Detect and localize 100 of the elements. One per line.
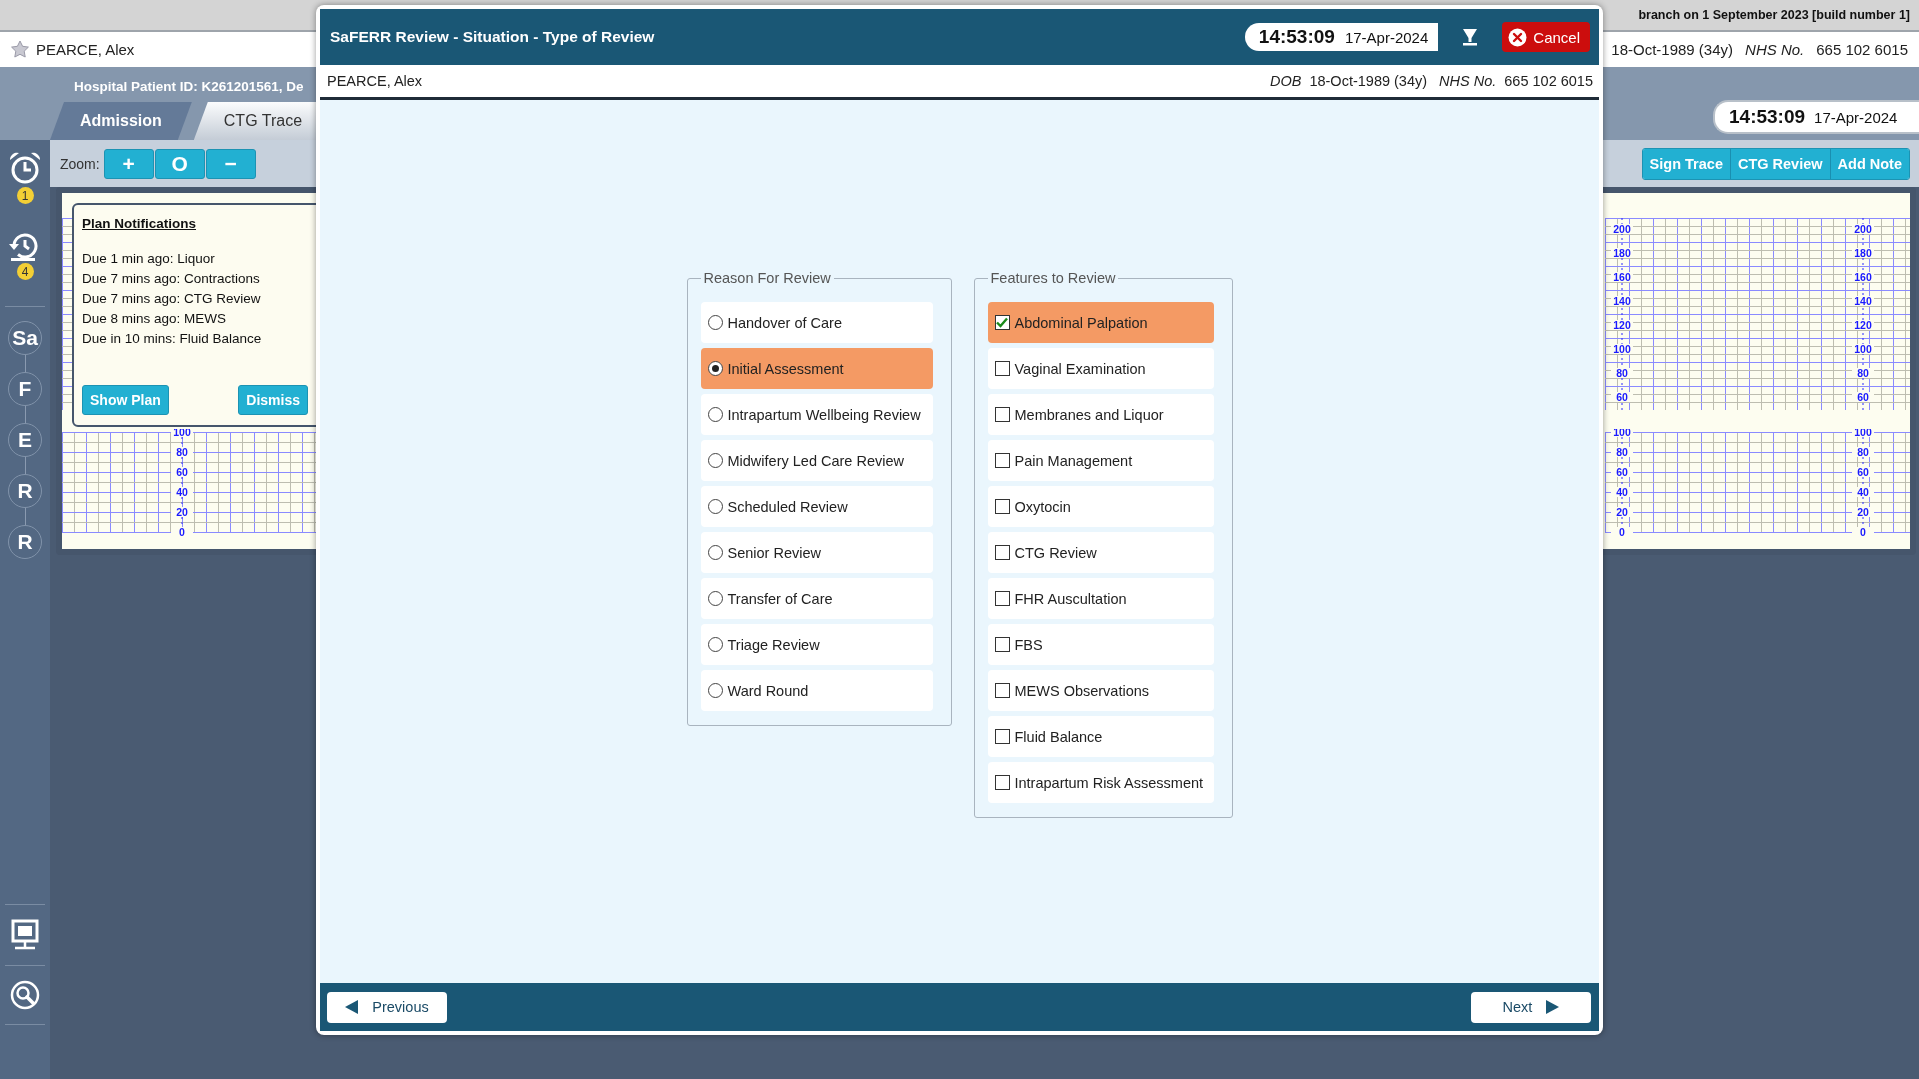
radio-button[interactable] bbox=[707, 315, 723, 330]
checkbox[interactable] bbox=[994, 499, 1010, 514]
feature-option[interactable]: Membranes and Liquor bbox=[987, 394, 1214, 435]
alarm-clock-icon[interactable] bbox=[7, 150, 43, 186]
reason-option[interactable]: Handover of Care bbox=[700, 302, 933, 343]
checkbox[interactable] bbox=[994, 775, 1010, 790]
nhs-label: NHS No. bbox=[1439, 73, 1497, 89]
radio-button[interactable] bbox=[707, 683, 723, 698]
nhs-number: 665 102 6015 bbox=[1504, 73, 1593, 89]
axis-label: 160 bbox=[1854, 271, 1872, 283]
checkbox[interactable] bbox=[994, 545, 1010, 560]
axis-label: 120 bbox=[1854, 319, 1872, 331]
nhs-number: 665 102 6015 bbox=[1816, 41, 1908, 58]
radio-button[interactable] bbox=[707, 407, 723, 422]
axis-label: 60 bbox=[1616, 391, 1628, 403]
radio-button[interactable] bbox=[707, 545, 723, 560]
axis-label: 100 bbox=[1613, 343, 1631, 355]
feature-option[interactable]: FHR Auscultation bbox=[987, 578, 1214, 619]
axis-label: 60 bbox=[1857, 391, 1869, 403]
feature-option[interactable]: Oxytocin bbox=[987, 486, 1214, 527]
search-icon[interactable] bbox=[10, 980, 40, 1010]
group-legend: Features to Review bbox=[987, 270, 1119, 286]
checkbox[interactable] bbox=[994, 729, 1010, 744]
radio-button[interactable] bbox=[707, 499, 723, 514]
checkbox[interactable] bbox=[994, 315, 1010, 330]
reason-option[interactable]: Initial Assessment bbox=[700, 348, 933, 389]
axis-label: 60 bbox=[1616, 466, 1628, 478]
nhs-label: NHS No. bbox=[1745, 41, 1805, 58]
reason-option[interactable]: Ward Round bbox=[700, 670, 933, 711]
filter-icon[interactable] bbox=[1462, 28, 1479, 46]
dob-label: DOB bbox=[1270, 73, 1302, 89]
build-info: branch on 1 September 2023 [build number 1] bbox=[1638, 8, 1910, 22]
axis-label: 40 bbox=[1857, 486, 1869, 498]
axis-label: 40 bbox=[176, 486, 188, 498]
reason-option[interactable]: Midwifery Led Care Review bbox=[700, 440, 933, 481]
radio-button[interactable] bbox=[707, 637, 723, 652]
feature-option[interactable]: FBS bbox=[987, 624, 1214, 665]
axis-label: 180 bbox=[1854, 247, 1872, 259]
axis-label: 200 bbox=[1613, 223, 1631, 235]
step-circle[interactable]: R bbox=[8, 474, 42, 508]
axis-label: 100 bbox=[1854, 429, 1872, 438]
dialog-title: SaFERR Review - Situation - Type of Review bbox=[330, 28, 655, 46]
axis-label: 140 bbox=[1854, 295, 1872, 307]
checkbox[interactable] bbox=[994, 361, 1010, 376]
reason-option[interactable]: Triage Review bbox=[700, 624, 933, 665]
axis-label: 200 bbox=[1854, 223, 1872, 235]
axis-label: 80 bbox=[1857, 367, 1869, 379]
checkbox[interactable] bbox=[994, 683, 1010, 698]
reason-option[interactable]: Transfer of Care bbox=[700, 578, 933, 619]
checkbox[interactable] bbox=[994, 637, 1010, 652]
axis-label: 40 bbox=[1616, 486, 1628, 498]
notification-item: Due 7 mins ago: CTG Review bbox=[82, 290, 262, 308]
tab[interactable]: Admission bbox=[50, 102, 192, 140]
axis-label: 60 bbox=[176, 466, 188, 478]
patient-name: PEARCE, Alex bbox=[327, 73, 423, 89]
feature-option[interactable]: MEWS Observations bbox=[987, 670, 1214, 711]
popup-title: Plan Notifications bbox=[82, 216, 197, 231]
notification-item: Due 1 min ago: Liquor bbox=[82, 250, 216, 268]
step-circle[interactable]: F bbox=[8, 372, 42, 406]
axis-label: 80 bbox=[1857, 446, 1869, 458]
clock-date: 17-Apr-2024 bbox=[1344, 28, 1429, 46]
axis-label: 0 bbox=[1860, 526, 1866, 537]
reason-option[interactable]: Scheduled Review bbox=[700, 486, 933, 527]
reason-option[interactable]: Intrapartum Wellbeing Review bbox=[700, 394, 933, 435]
step-circle[interactable]: Sa bbox=[8, 321, 42, 355]
patient-name: PEARCE, Alex bbox=[36, 41, 135, 58]
notification-item: Due 7 mins ago: Contractions bbox=[82, 270, 261, 288]
axis-label: 100 bbox=[1613, 429, 1631, 438]
axis-label: 160 bbox=[1613, 271, 1631, 283]
reason-option[interactable]: Senior Review bbox=[700, 532, 933, 573]
previous-button[interactable]: Previous bbox=[327, 991, 447, 1023]
cancel-button[interactable]: Cancel bbox=[1502, 22, 1590, 52]
checkbox[interactable] bbox=[994, 453, 1010, 468]
checkbox[interactable] bbox=[994, 407, 1010, 422]
checkbox[interactable] bbox=[994, 591, 1010, 606]
count-badge: 4 bbox=[16, 263, 34, 280]
feature-option[interactable]: Pain Management bbox=[987, 440, 1214, 481]
axis-label: 120 bbox=[1613, 319, 1631, 331]
axis-label: 0 bbox=[1619, 526, 1625, 537]
radio-button[interactable] bbox=[707, 591, 723, 606]
step-circle[interactable]: E bbox=[8, 423, 42, 457]
feature-option[interactable]: Fluid Balance bbox=[987, 716, 1214, 757]
feature-option[interactable]: Vaginal Examination bbox=[987, 348, 1214, 389]
next-button[interactable]: Next bbox=[1471, 991, 1591, 1023]
axis-label: 80 bbox=[176, 446, 188, 458]
feature-option[interactable]: CTG Review bbox=[987, 532, 1214, 573]
clock-date: 17-Apr-2024 bbox=[1814, 108, 1898, 126]
step-circle[interactable]: R bbox=[8, 525, 42, 559]
radio-button[interactable] bbox=[707, 453, 723, 468]
date-of-birth: 18-Oct-1989 (34y) bbox=[1611, 41, 1734, 58]
axis-label: 0 bbox=[179, 526, 185, 537]
presentation-board-icon[interactable] bbox=[11, 919, 39, 951]
radio-button[interactable] bbox=[707, 361, 723, 376]
axis-label: 80 bbox=[1616, 367, 1628, 379]
left-triangle-icon bbox=[345, 1000, 359, 1014]
feature-option[interactable]: Intrapartum Risk Assessment bbox=[987, 762, 1214, 803]
right-triangle-icon bbox=[1546, 1000, 1560, 1014]
notification-item: Due 8 mins ago: MEWS bbox=[82, 310, 228, 328]
axis-label: 80 bbox=[1616, 446, 1628, 458]
count-badge: 1 bbox=[16, 187, 34, 204]
